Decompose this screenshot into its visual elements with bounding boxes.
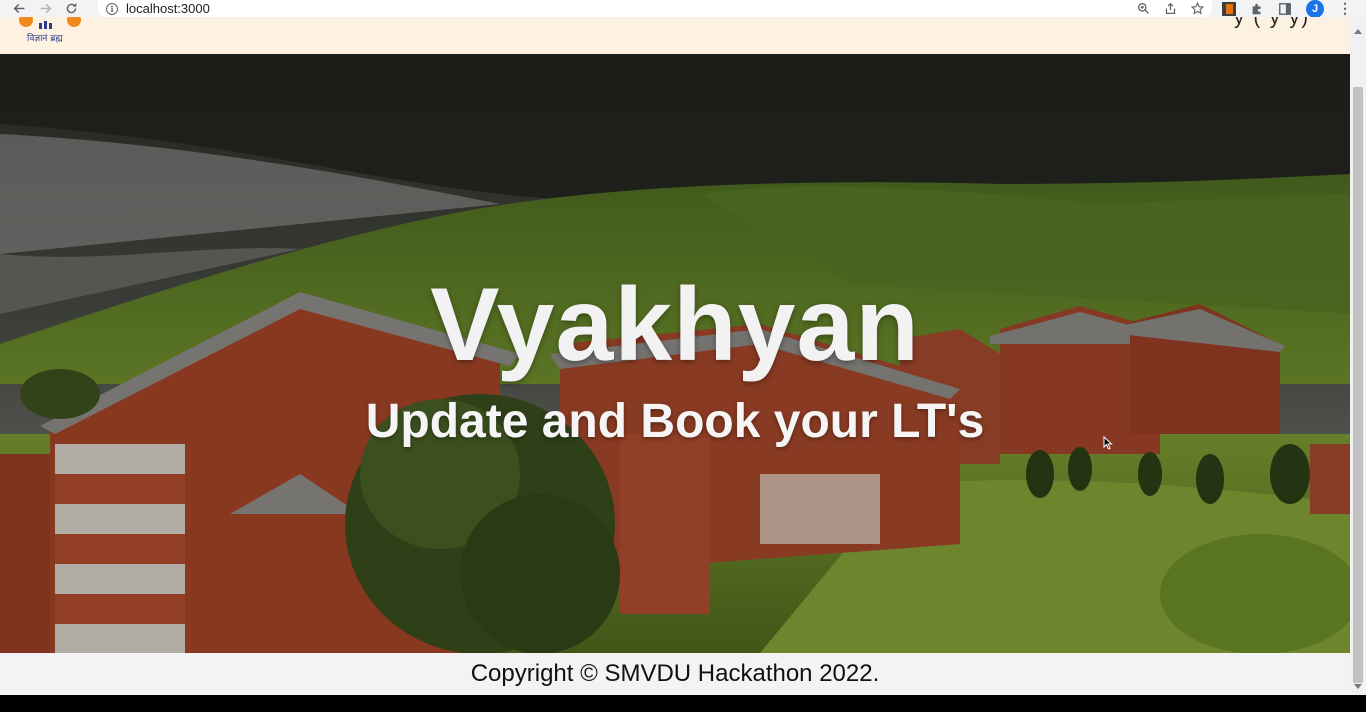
header-nav-text: y ( y y) xyxy=(1234,17,1310,29)
arrow-left-icon xyxy=(13,3,24,14)
back-button[interactable] xyxy=(6,0,32,17)
reload-button[interactable] xyxy=(58,0,84,17)
hero-banner: Vyakhyan Update and Book your LT's xyxy=(0,54,1350,653)
url-text: localhost:3000 xyxy=(126,1,210,16)
arrow-right-icon xyxy=(40,3,51,14)
reload-icon xyxy=(66,3,76,14)
puzzle-extensions-icon[interactable] xyxy=(1250,2,1264,16)
scroll-up-arrow-icon[interactable] xyxy=(1354,29,1362,34)
bookmark-star-icon[interactable] xyxy=(1191,2,1204,15)
site-header: विज्ञानं ब्रह्म y ( y y) xyxy=(0,17,1350,54)
site-footer: Copyright © SMVDU Hackathon 2022. xyxy=(0,653,1350,695)
page-viewport: विज्ञानं ब्रह्म y ( y y) Vyakhyan Update… xyxy=(0,17,1350,695)
hero-subtitle: Update and Book your LT's xyxy=(365,395,985,448)
scroll-down-arrow-icon[interactable] xyxy=(1354,684,1362,689)
copyright-text: Copyright © SMVDU Hackathon 2022. xyxy=(470,660,880,687)
mouse-cursor-icon xyxy=(1103,436,1113,450)
share-icon[interactable] xyxy=(1164,2,1177,15)
taskbar-area xyxy=(0,695,1366,712)
zoom-icon[interactable] xyxy=(1137,2,1150,15)
logo-tagline: विज्ञानं ब्रह्म xyxy=(27,34,63,44)
more-menu-icon[interactable]: ⋮ xyxy=(1338,0,1352,17)
site-info-icon[interactable]: i xyxy=(106,2,118,15)
scroll-thumb[interactable] xyxy=(1353,87,1363,683)
browser-toolbar: i localhost:3000 J ⋮ xyxy=(0,0,1366,18)
hero-title: Vyakhyan xyxy=(430,267,920,383)
address-bar[interactable]: i localhost:3000 xyxy=(98,0,1212,17)
forward-button[interactable] xyxy=(32,0,58,17)
profile-avatar[interactable]: J xyxy=(1306,0,1324,18)
vertical-scrollbar[interactable] xyxy=(1350,17,1366,695)
extension-icon[interactable] xyxy=(1222,1,1236,16)
side-panel-icon[interactable] xyxy=(1278,2,1292,16)
